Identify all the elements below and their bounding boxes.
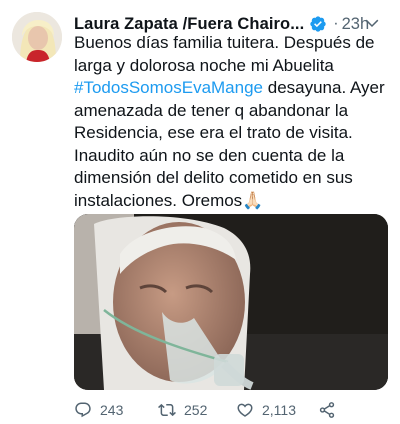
tweet-photo[interactable] — [74, 214, 388, 390]
verified-badge-icon — [310, 16, 326, 32]
like-count: 2,113 — [262, 402, 296, 418]
tweet-card[interactable]: Laura Zapata /Fuera Chairo... · 23h Buen… — [0, 0, 400, 424]
reply-button[interactable]: 243 — [74, 401, 123, 419]
retweet-icon — [158, 403, 176, 417]
avatar-image — [12, 12, 62, 62]
tweet-text: Buenos días familia tuitera. Después de … — [74, 32, 392, 212]
reply-count: 243 — [100, 402, 124, 418]
retweet-count: 252 — [184, 402, 208, 418]
like-icon — [237, 403, 253, 417]
share-button[interactable] — [318, 401, 336, 419]
tweet-text-part2: desayuna. Ayer amenazada de tener q aban… — [74, 78, 385, 210]
retweet-button[interactable]: 252 — [158, 401, 207, 419]
separator-dot: · — [333, 15, 339, 32]
author-name[interactable]: Laura Zapata /Fuera Chairo... — [74, 15, 304, 34]
praying-hands-emoji: 🙏🏻 — [242, 190, 264, 210]
avatar[interactable] — [12, 12, 62, 62]
action-bar: 243 252 2,113 — [74, 398, 394, 422]
tweet-text-part1: Buenos días familia tuitera. Después de … — [74, 33, 375, 75]
reply-icon — [75, 402, 91, 418]
more-icon[interactable] — [360, 12, 384, 34]
photo-image — [74, 214, 388, 390]
hashtag-link[interactable]: #TodosSomosEvaMange — [74, 78, 263, 97]
share-icon — [319, 402, 335, 418]
like-button[interactable]: 2,113 — [236, 401, 296, 419]
